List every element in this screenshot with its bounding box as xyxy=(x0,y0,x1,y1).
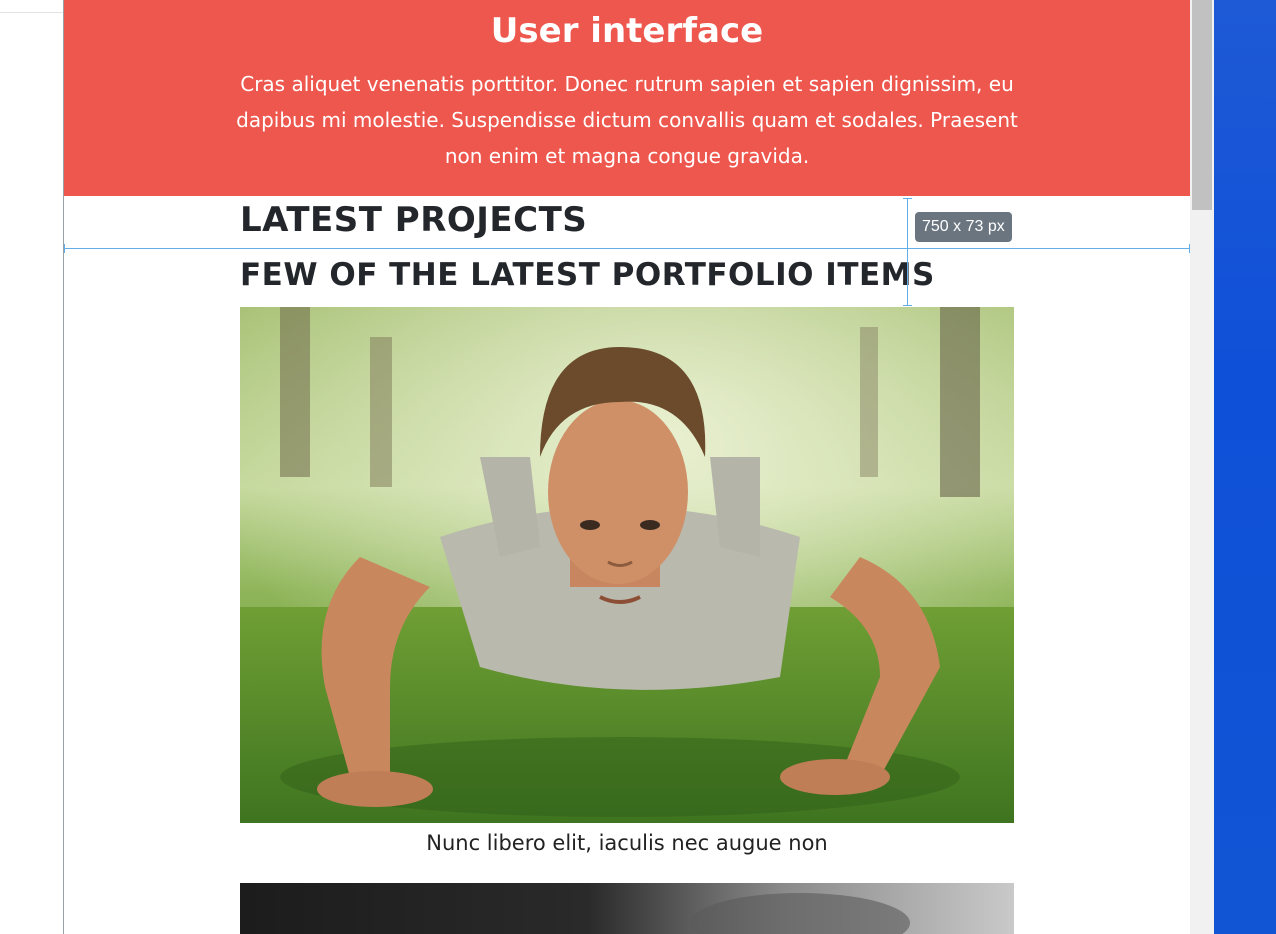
element-size-badge: 750 x 73 px xyxy=(915,212,1012,242)
hero-banner: User interface Cras aliquet venenatis po… xyxy=(64,0,1190,196)
measure-guide-vertical xyxy=(903,198,912,306)
hero-paragraph: Cras aliquet venenatis porttitor. Donec … xyxy=(236,72,1018,168)
vertical-scrollbar[interactable] xyxy=(1190,0,1214,934)
section-subheading: FEW OF THE LATEST PORTFOLIO ITEMS xyxy=(240,257,935,293)
scrollbar-thumb[interactable] xyxy=(1192,0,1212,210)
portfolio-caption: Nunc libero elit, iaculis nec augue non xyxy=(426,831,828,855)
portfolio-image-pushups[interactable] xyxy=(240,307,1014,823)
section-heading: LATEST PROJECTS xyxy=(240,200,588,240)
hero-title: User interface xyxy=(490,11,764,51)
portfolio-image-second[interactable] xyxy=(240,883,1014,934)
page-viewport: User interface Cras aliquet venenatis po… xyxy=(64,0,1190,934)
measure-guide-horizontal xyxy=(64,244,1190,253)
divider xyxy=(0,12,63,13)
left-margin xyxy=(0,0,63,934)
desktop-background xyxy=(1214,0,1276,934)
